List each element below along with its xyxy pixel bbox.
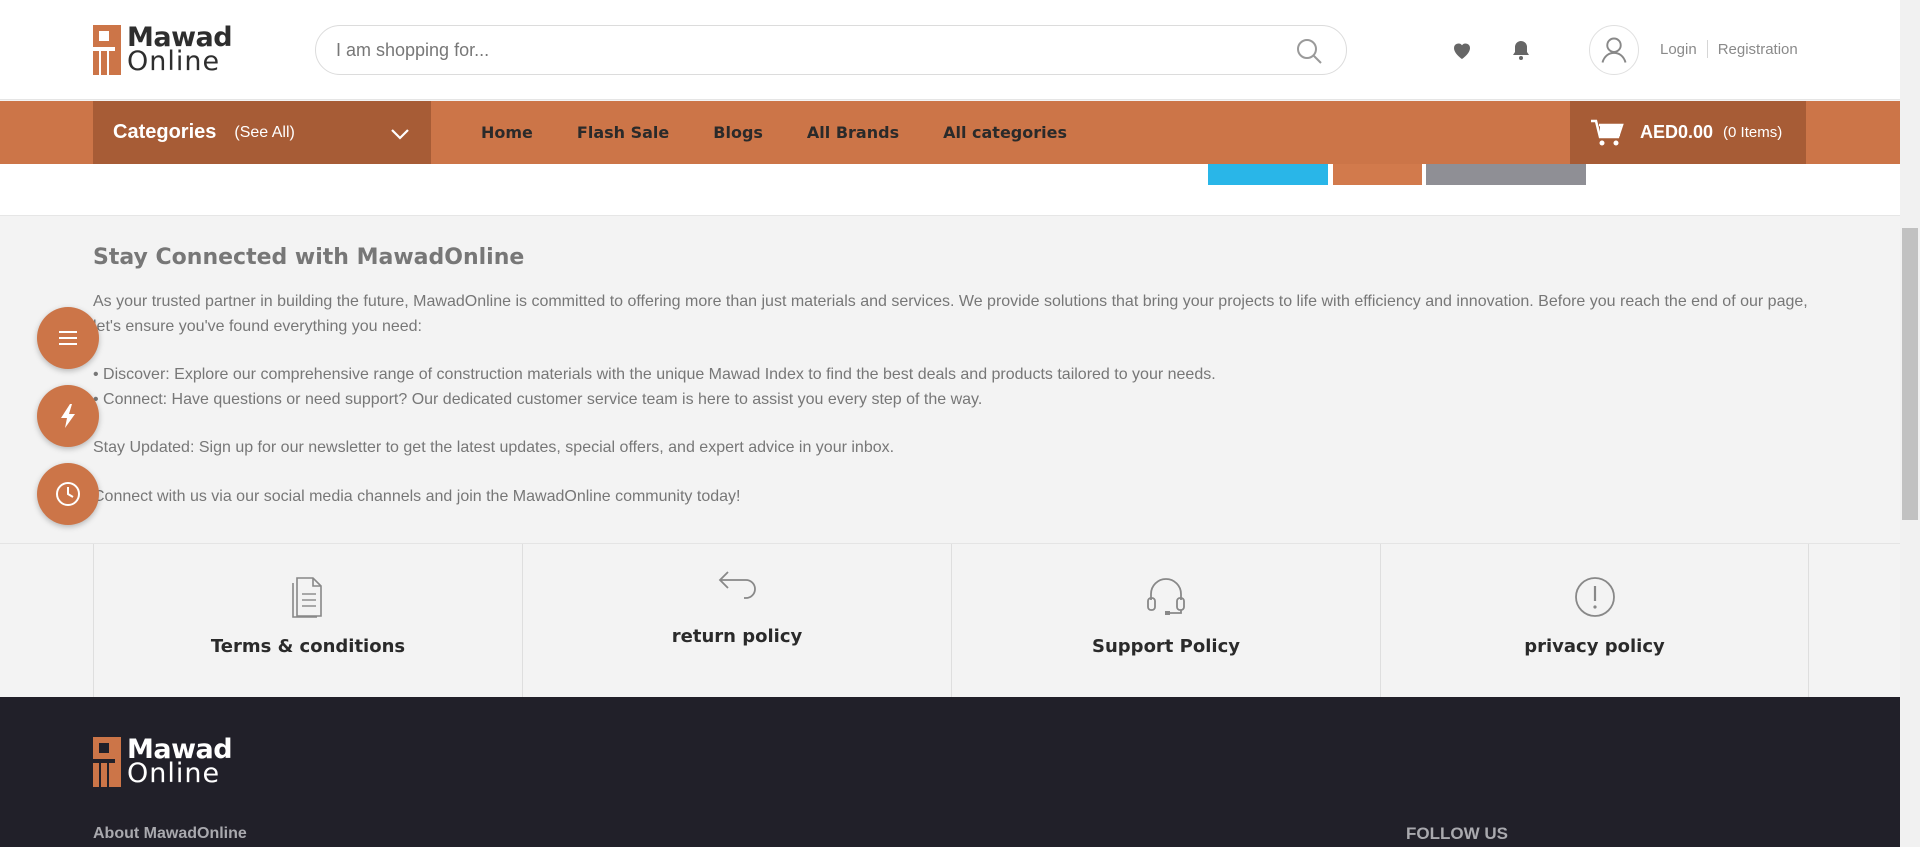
content-strip: [0, 164, 1900, 216]
categories-title: Categories: [113, 121, 217, 143]
logo-mark-icon: [93, 737, 121, 787]
menu-icon: [59, 331, 77, 345]
policy-terms[interactable]: Terms & conditions: [93, 544, 522, 698]
policy-privacy[interactable]: privacy policy: [1380, 544, 1809, 698]
scrollbar-thumb[interactable]: [1902, 228, 1918, 520]
nav-all-brands[interactable]: All Brands: [807, 123, 899, 142]
clock-icon: [56, 482, 80, 506]
previous-button-partial[interactable]: [1208, 164, 1328, 185]
chevron-down-icon: [391, 129, 409, 140]
search-bar: [315, 25, 1347, 75]
login-link[interactable]: Login: [1660, 41, 1697, 58]
footer-about-heading: About MawadOnline: [93, 825, 247, 842]
headset-icon: [1147, 578, 1185, 615]
resend-code-button-partial[interactable]: [1426, 164, 1586, 185]
nav-blogs[interactable]: Blogs: [713, 123, 763, 142]
heart-icon[interactable]: [1450, 38, 1474, 62]
stay-intro: As your trusted partner in building the …: [93, 293, 1808, 335]
stay-discover: • Discover: Explore our comprehensive ra…: [93, 366, 1216, 383]
footer-follow-heading: FOLLOW US: [1406, 824, 1508, 843]
logo-mark-icon: [93, 25, 121, 75]
main-nav: Categories (See All) Home Flash Sale Blo…: [0, 101, 1900, 164]
exclamation-icon: [1574, 577, 1615, 617]
policy-support-label: Support Policy: [1092, 636, 1240, 657]
policy-privacy-label: privacy policy: [1524, 636, 1665, 657]
auth-links: Login Registration: [1660, 40, 1798, 58]
footer-logo-line-2: Online: [127, 758, 221, 789]
search-icon[interactable]: [1296, 38, 1322, 64]
cart-button[interactable]: AED0.00 (0 Items): [1570, 101, 1806, 164]
flash-icon: [61, 404, 75, 428]
user-icon: [1601, 37, 1627, 63]
cart-amount: AED0.00: [1640, 122, 1714, 142]
floating-clock-button[interactable]: [37, 463, 99, 525]
registration-link[interactable]: Registration: [1718, 41, 1798, 58]
nav-links: Home Flash Sale Blogs All Brands All cat…: [481, 101, 1111, 164]
floating-flash-button[interactable]: [37, 385, 99, 447]
nav-all-categories[interactable]: All categories: [943, 123, 1067, 142]
categories-dropdown[interactable]: Categories (See All): [93, 101, 431, 164]
cart-icon: [1591, 119, 1624, 145]
bell-icon[interactable]: [1509, 38, 1533, 62]
stay-connect: • Connect: Have questions or need suppor…: [93, 390, 983, 408]
policy-return[interactable]: return policy: [522, 544, 951, 698]
page-scrollbar[interactable]: [1900, 0, 1920, 847]
policy-terms-label: Terms & conditions: [210, 636, 406, 657]
stay-social: Connect with us via our social media cha…: [93, 487, 741, 505]
stay-connected-title: Stay Connected with MawadOnline: [93, 245, 525, 270]
cart-items-count: (0 Items): [1723, 124, 1783, 141]
policies-row: Terms & conditions return policy Support…: [0, 543, 1900, 698]
logo-line-2: Online: [127, 46, 221, 77]
nav-flash-sale[interactable]: Flash Sale: [577, 123, 669, 142]
divider: [1706, 40, 1708, 58]
return-arrow-icon: [718, 571, 756, 599]
stay-connected-section: Stay Connected with MawadOnline As your …: [93, 245, 1813, 509]
search-input[interactable]: [336, 26, 1236, 74]
categories-see-all[interactable]: (See All): [234, 124, 294, 142]
site-footer: Mawad Online About MawadOnline FOLLOW US: [0, 697, 1900, 847]
nav-home[interactable]: Home: [481, 123, 533, 142]
stay-updated: Stay Updated: Sign up for our newsletter…: [93, 439, 895, 456]
top-header: Mawad Online Login Registration: [0, 0, 1900, 100]
user-avatar[interactable]: [1589, 25, 1639, 75]
site-logo[interactable]: Mawad Online: [93, 24, 233, 77]
document-icon: [292, 577, 322, 618]
policy-return-label: return policy: [671, 626, 803, 647]
footer-logo[interactable]: Mawad Online: [93, 736, 233, 789]
policy-support[interactable]: Support Policy: [951, 544, 1380, 698]
floating-menu-button[interactable]: [37, 307, 99, 369]
next-button-partial[interactable]: [1333, 164, 1422, 185]
